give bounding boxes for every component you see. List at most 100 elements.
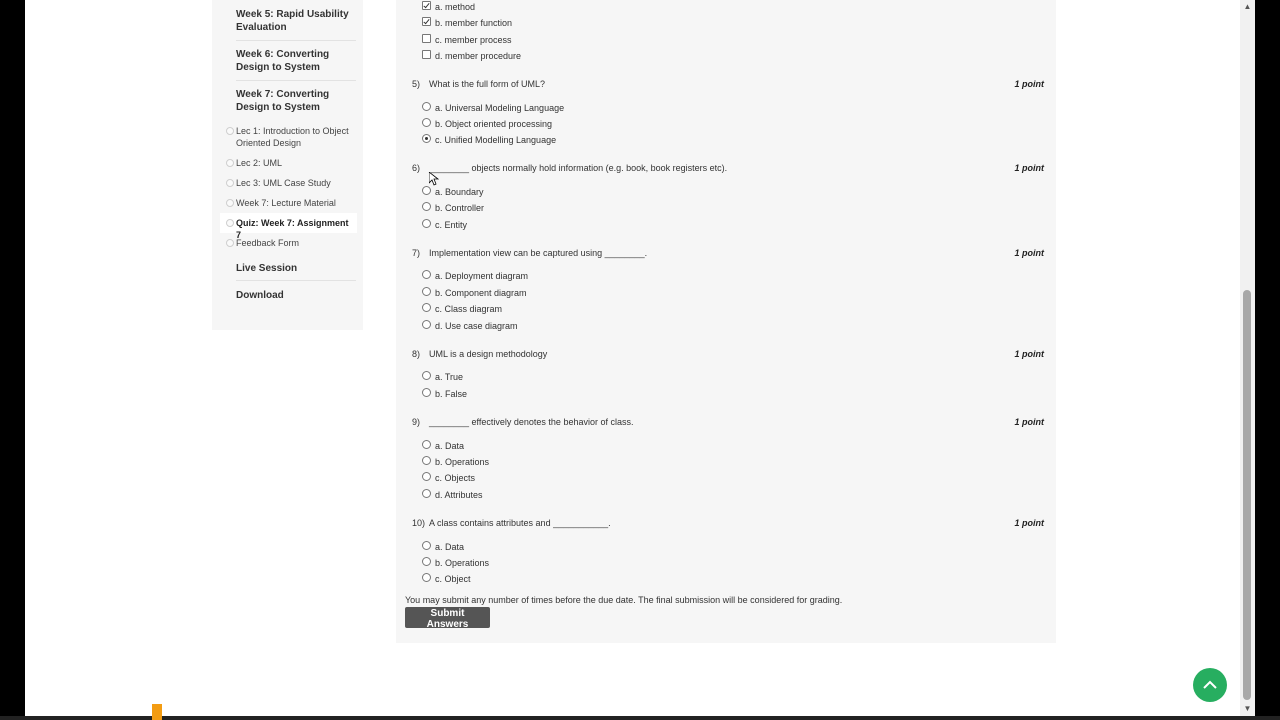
radio-icon[interactable] — [422, 557, 431, 566]
checkbox-icon[interactable] — [422, 50, 431, 59]
circle-icon — [226, 199, 234, 207]
option-label: a. method — [435, 2, 476, 12]
sidebar-item-week7[interactable]: Week 7: Converting Design to System — [236, 88, 356, 114]
option-label: c. Class diagram — [435, 304, 503, 314]
radio-icon[interactable] — [422, 440, 431, 449]
option-label: c. Object — [435, 574, 471, 584]
option-label: a. Boundary — [435, 187, 484, 197]
sidebar-divider — [236, 40, 356, 41]
question-number: 7) — [412, 248, 421, 258]
radio-icon[interactable] — [422, 287, 431, 296]
question-number: 8) — [412, 349, 421, 359]
radio-icon[interactable] — [422, 472, 431, 481]
submit-answers-button[interactable]: Submit Answers — [405, 607, 490, 630]
radio-icon[interactable] — [422, 456, 431, 465]
option-label: c. member process — [435, 35, 512, 45]
sidebar-lecture-label: Lec 1: Introduction to Object Oriented D… — [236, 126, 349, 148]
question-text: Implementation view can be captured usin… — [429, 248, 648, 258]
question-header: 7) Implementation view can be captured u… — [412, 248, 1050, 262]
option-label: b. Operations — [435, 558, 490, 568]
option-label: b. Controller — [435, 203, 485, 213]
question-number: 9) — [412, 417, 421, 427]
page-scrollbar[interactable]: ▲ ▼ — [1240, 0, 1255, 716]
question-text: A class contains attributes and ________… — [429, 518, 611, 528]
radio-icon[interactable] — [422, 270, 431, 279]
radio-icon[interactable] — [422, 118, 431, 127]
submission-note: You may submit any number of times befor… — [405, 595, 843, 605]
question-number: 6) — [412, 163, 421, 173]
question-points: 1 point — [1014, 518, 1045, 528]
option-label: a. Universal Modeling Language — [435, 103, 565, 113]
scrollbar-thumb[interactable] — [1243, 290, 1251, 700]
quiz-panel: a. method b. member function c. member p… — [396, 0, 1056, 643]
question-points: 1 point — [1014, 417, 1045, 427]
radio-icon[interactable] — [422, 388, 431, 397]
radio-icon[interactable] — [422, 371, 431, 380]
radio-icon[interactable] — [422, 102, 431, 111]
checkbox-icon[interactable] — [422, 1, 431, 10]
option-label: c. Entity — [435, 220, 468, 230]
radio-icon[interactable] — [422, 573, 431, 582]
question-points: 1 point — [1014, 79, 1045, 89]
option-label: c. Objects — [435, 473, 476, 483]
circle-icon — [226, 219, 234, 227]
sidebar-lecture-label: Lec 3: UML Case Study — [236, 178, 331, 188]
circle-icon — [226, 239, 234, 247]
option-label: b. False — [435, 389, 468, 399]
circle-icon — [226, 127, 234, 135]
question-text: UML is a design methodology — [429, 349, 548, 359]
sidebar-lecture-label: Feedback Form — [236, 238, 300, 248]
sidebar-lecture-item[interactable]: Lec 2: UML — [226, 157, 356, 169]
checkbox-icon[interactable] — [422, 17, 431, 26]
sidebar-lecture-item[interactable]: Lec 3: UML Case Study — [226, 177, 356, 189]
radio-icon[interactable] — [422, 186, 431, 195]
question-header: 10) A class contains attributes and ____… — [412, 518, 1050, 532]
question-points: 1 point — [1014, 349, 1045, 359]
question-text: ________ effectively denotes the behavio… — [429, 417, 634, 427]
radio-icon[interactable] — [422, 489, 431, 498]
question-text: What is the full form of UML? — [429, 79, 546, 89]
question-text: ________ objects normally hold informati… — [429, 163, 728, 173]
checkbox-icon[interactable] — [422, 34, 431, 43]
scroll-up-arrow-icon[interactable]: ▲ — [1240, 0, 1255, 14]
circle-icon — [226, 179, 234, 187]
question-points: 1 point — [1014, 163, 1045, 173]
sidebar-lecture-item[interactable]: Lec 1: Introduction to Object Oriented D… — [226, 125, 356, 149]
sidebar-item-live-session[interactable]: Live Session — [236, 262, 356, 275]
circle-icon — [226, 159, 234, 167]
scroll-down-arrow-icon[interactable]: ▼ — [1240, 702, 1255, 716]
radio-icon[interactable] — [422, 134, 431, 143]
sidebar-item-download[interactable]: Download — [236, 289, 356, 302]
option-label: a. True — [435, 372, 464, 382]
sidebar-item-week5[interactable]: Week 5: Rapid Usability Evaluation — [236, 8, 356, 34]
option-label: a. Data — [435, 542, 465, 552]
radio-icon[interactable] — [422, 541, 431, 550]
option-label: a. Deployment diagram — [435, 271, 529, 281]
option-label: d. Use case diagram — [435, 321, 518, 331]
radio-icon[interactable] — [422, 219, 431, 228]
option-label: d. Attributes — [435, 490, 483, 500]
sidebar-divider — [236, 80, 356, 81]
sidebar-divider — [236, 280, 356, 281]
sidebar-lecture-label: Lec 2: UML — [236, 158, 283, 168]
question-header: 6) ________ objects normally hold inform… — [412, 163, 1050, 177]
question-header: 5) What is the full form of UML? 1 point — [412, 79, 1050, 93]
option-label: c. Unified Modelling Language — [435, 135, 557, 145]
sidebar-lecture-item[interactable]: Feedback Form — [226, 237, 356, 249]
option-label: b. Component diagram — [435, 288, 527, 298]
option-label: b. Object oriented processing — [435, 119, 553, 129]
sidebar-lecture-item[interactable]: Week 7: Lecture Material — [226, 197, 356, 209]
progress-marker — [152, 704, 162, 720]
sidebar-item-week6[interactable]: Week 6: Converting Design to System — [236, 48, 356, 74]
question-points: 1 point — [1014, 248, 1045, 258]
question-header: 9) ________ effectively denotes the beha… — [412, 417, 1050, 431]
bottom-bar — [0, 716, 1280, 720]
chevron-up-icon — [1203, 680, 1217, 689]
page: Week 5: Rapid Usability Evaluation Week … — [25, 0, 1240, 716]
radio-icon[interactable] — [422, 320, 431, 329]
scroll-to-top-button[interactable] — [1193, 668, 1227, 702]
sidebar-lecture-label: Week 7: Lecture Material — [236, 198, 336, 208]
radio-icon[interactable] — [422, 303, 431, 312]
question-number: 10) — [412, 518, 426, 528]
radio-icon[interactable] — [422, 202, 431, 211]
